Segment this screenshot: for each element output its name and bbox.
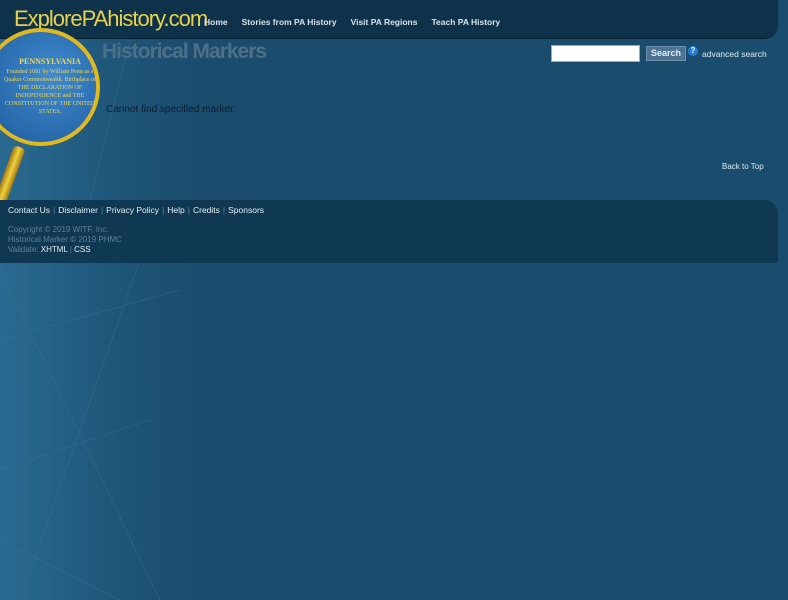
copyright-text: Copyright © 2019 WITF, Inc. xyxy=(8,225,109,234)
footer-links: Contact Us | Disclaimer | Privacy Policy | Hel… xyxy=(8,205,265,215)
nav-teach[interactable]: Teach PA History xyxy=(431,17,500,27)
back-to-top-link[interactable]: Back to Top xyxy=(722,162,764,171)
main-nav: Home Stories from PA History Visit PA Re… xyxy=(204,17,500,27)
search-input[interactable] xyxy=(551,45,640,62)
footer-help[interactable]: Help xyxy=(167,205,184,215)
page-title: Historical Markers xyxy=(102,40,267,63)
copyright: Copyright © 2019 WITF, Inc. Historical M… xyxy=(8,225,122,254)
footer-contact[interactable]: Contact Us xyxy=(8,205,50,215)
validate-label: Validate: xyxy=(8,245,39,254)
validate-xhtml[interactable]: XHTML xyxy=(41,245,68,254)
help-icon[interactable]: ? xyxy=(688,46,698,56)
nav-regions[interactable]: Visit PA Regions xyxy=(351,17,418,27)
header: ExplorePAhistory.com Home Stories from P… xyxy=(0,0,778,39)
marker-copyright-text: Historical Marker © 2019 PHMC xyxy=(8,235,122,244)
nav-home[interactable]: Home xyxy=(204,17,228,27)
nav-stories[interactable]: Stories from PA History xyxy=(242,17,337,27)
footer-credits[interactable]: Credits xyxy=(193,205,220,215)
marker-sign-title: PENNSYLVANIA xyxy=(19,57,81,66)
marker-sign-text: Founded 1681 by William Penn as a Quaker… xyxy=(4,69,96,115)
footer-disclaimer[interactable]: Disclaimer xyxy=(58,205,98,215)
validate-css[interactable]: CSS xyxy=(74,245,90,254)
footer-privacy[interactable]: Privacy Policy xyxy=(106,205,159,215)
error-message: Cannot find specified marker. xyxy=(106,104,236,115)
footer-sponsors[interactable]: Sponsors xyxy=(228,205,264,215)
footer: Contact Us | Disclaimer | Privacy Policy | Hel… xyxy=(0,200,778,263)
background-lines xyxy=(0,39,181,600)
search-button[interactable]: Search xyxy=(646,46,686,61)
advanced-search-link[interactable]: advanced search xyxy=(702,49,767,59)
